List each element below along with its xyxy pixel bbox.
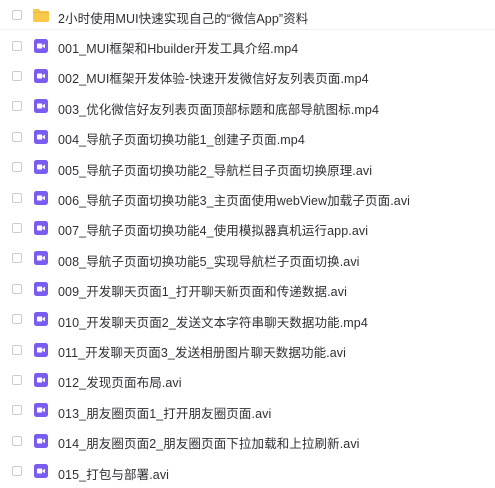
file-name[interactable]: 010_开发聊天页面2_发送文本字符串聊天数据功能.mp4 xyxy=(58,312,368,331)
file-row[interactable]: 012_发现页面布局.avi xyxy=(0,365,495,395)
file-row[interactable]: 013_朋友圈页面1_打开朋友圈页面.avi xyxy=(0,395,495,425)
row-checkbox[interactable] xyxy=(12,40,22,51)
file-row[interactable]: 015_打包与部署.avi xyxy=(0,456,495,486)
file-row[interactable]: 006_导航子页面切换功能3_主页面使用webView加载子页面.avi xyxy=(0,182,495,212)
file-row[interactable]: 009_开发聊天页面1_打开聊天新页面和传递数据.avi xyxy=(0,274,495,304)
video-file-icon xyxy=(33,129,49,144)
video-file-icon xyxy=(33,372,49,387)
file-name[interactable]: 004_导航子页面切换功能1_创建子页面.mp4 xyxy=(58,129,305,148)
video-file-icon xyxy=(33,251,49,266)
video-file-icon xyxy=(33,99,49,114)
file-row[interactable]: 011_开发聊天页面3_发送相册图片聊天数据功能.avi xyxy=(0,334,495,364)
file-name[interactable]: 003_优化微信好友列表页面顶部标题和底部导航图标.mp4 xyxy=(58,99,379,118)
file-name[interactable]: 013_朋友圈页面1_打开朋友圈页面.avi xyxy=(58,403,271,422)
folder-row[interactable]: 2小时使用MUI快速实现自己的“微信App”资料 xyxy=(0,0,495,31)
row-checkbox[interactable] xyxy=(12,101,22,112)
file-name[interactable]: 008_导航子页面切换功能5_实现导航栏子页面切换.avi xyxy=(58,251,360,270)
row-checkbox[interactable] xyxy=(12,222,22,233)
video-file-icon xyxy=(33,342,49,357)
video-file-icon xyxy=(33,220,49,235)
file-row[interactable]: 002_MUI框架开发体验-快速开发微信好友列表页面.mp4 xyxy=(0,61,495,91)
row-checkbox[interactable] xyxy=(12,314,22,325)
row-checkbox[interactable] xyxy=(12,253,22,264)
file-row[interactable]: 004_导航子页面切换功能1_创建子页面.mp4 xyxy=(0,122,495,152)
file-row[interactable]: 010_开发聊天页面2_发送文本字符串聊天数据功能.mp4 xyxy=(0,304,495,334)
row-checkbox[interactable] xyxy=(12,374,22,385)
video-file-icon xyxy=(33,433,49,448)
video-file-icon xyxy=(33,38,49,53)
file-row[interactable]: 003_优化微信好友列表页面顶部标题和底部导航图标.mp4 xyxy=(0,91,495,121)
row-checkbox[interactable] xyxy=(12,344,22,355)
file-list: 2小时使用MUI快速实现自己的“微信App”资料 001_MUI框架和Hbuild… xyxy=(0,0,495,488)
video-file-icon xyxy=(33,312,49,327)
row-checkbox[interactable] xyxy=(12,405,22,416)
file-name[interactable]: 011_开发聊天页面3_发送相册图片聊天数据功能.avi xyxy=(58,342,346,361)
file-name[interactable]: 014_朋友圈页面2_朋友圈页面下拉加载和上拉刷新.avi xyxy=(58,433,360,452)
video-file-icon xyxy=(33,403,49,418)
file-row[interactable]: 008_导航子页面切换功能5_实现导航栏子页面切换.avi xyxy=(0,243,495,273)
file-name[interactable]: 007_导航子页面切换功能4_使用模拟器真机运行app.avi xyxy=(58,220,368,239)
file-name[interactable]: 005_导航子页面切换功能2_导航栏目子页面切换原理.avi xyxy=(58,160,372,179)
row-checkbox[interactable] xyxy=(12,283,22,294)
row-checkbox[interactable] xyxy=(12,435,22,446)
file-name[interactable]: 009_开发聊天页面1_打开聊天新页面和传递数据.avi xyxy=(58,281,347,300)
row-checkbox[interactable] xyxy=(12,10,22,21)
file-name[interactable]: 015_打包与部署.avi xyxy=(58,464,169,483)
folder-icon xyxy=(33,8,49,22)
video-file-icon xyxy=(33,68,49,83)
file-row[interactable]: 001_MUI框架和Hbuilder开发工具介绍.mp4 xyxy=(0,30,495,60)
row-checkbox[interactable] xyxy=(12,162,22,173)
file-name[interactable]: 001_MUI框架和Hbuilder开发工具介绍.mp4 xyxy=(58,38,298,57)
video-file-icon xyxy=(33,160,49,175)
row-checkbox[interactable] xyxy=(12,466,22,477)
file-name[interactable]: 012_发现页面布局.avi xyxy=(58,372,182,391)
video-file-icon xyxy=(33,190,49,205)
file-row[interactable]: 005_导航子页面切换功能2_导航栏目子页面切换原理.avi xyxy=(0,152,495,182)
video-file-icon xyxy=(33,464,49,479)
file-row[interactable]: 007_导航子页面切换功能4_使用模拟器真机运行app.avi xyxy=(0,213,495,243)
file-name[interactable]: 006_导航子页面切换功能3_主页面使用webView加载子页面.avi xyxy=(58,190,410,209)
row-checkbox[interactable] xyxy=(12,70,22,81)
row-checkbox[interactable] xyxy=(12,131,22,142)
file-row[interactable]: 014_朋友圈页面2_朋友圈页面下拉加载和上拉刷新.avi xyxy=(0,426,495,456)
video-file-icon xyxy=(33,281,49,296)
file-name[interactable]: 2小时使用MUI快速实现自己的“微信App”资料 xyxy=(58,8,308,27)
file-name[interactable]: 002_MUI框架开发体验-快速开发微信好友列表页面.mp4 xyxy=(58,68,369,87)
row-checkbox[interactable] xyxy=(12,192,22,203)
